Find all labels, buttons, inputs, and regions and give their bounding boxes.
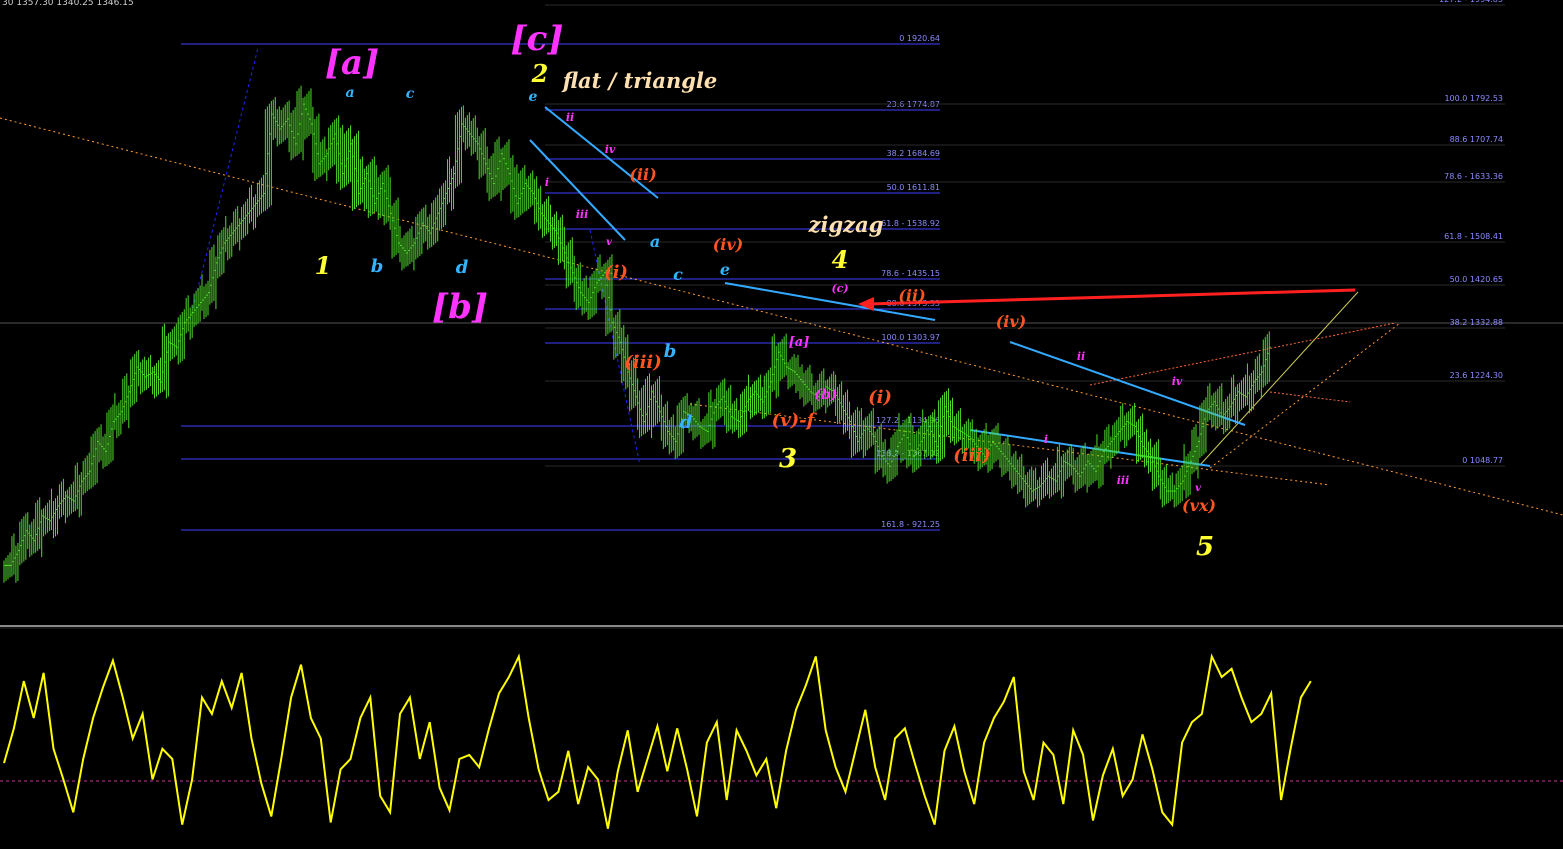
wave-label: c [406,86,415,102]
wave-label: d [680,412,693,433]
wave-label: b [371,256,384,277]
wave-label: (ii) [629,165,656,184]
fib-right-label: 61.8 - 1508.41 [1444,232,1503,241]
wave-label: (iii) [624,352,662,373]
fib-left-label: 38.2 1684.69 [887,149,940,158]
wave-label: i [545,176,549,189]
wave-label: ii [566,111,574,124]
wave-label: e [529,89,538,105]
wave-label: (iv) [996,312,1027,331]
wave-label: 1 [315,251,332,280]
fib-right-label: 88.6 1707.74 [1450,135,1503,144]
wave-label: a [650,232,660,251]
elliott-wave-chart[interactable]: 30 1357.30 1340.25 1346.15 0 1920.64 23.6… [0,0,1563,849]
wave-label: v [606,237,612,248]
wave-label: 5 [1196,532,1214,562]
fib-left-label: 61.8 - 1538.92 [881,219,940,228]
wave-label: iv [1172,375,1183,388]
wave-label: (iii) [953,445,991,466]
wave-label: a [345,85,354,101]
fib-left-label: 78.6 - 1435.15 [881,269,940,278]
wave-label: b [664,341,677,362]
wave-label: (vx) [1182,496,1216,515]
wave-label: iv [605,143,616,156]
wave-label: [c] [511,19,564,59]
fib-left-label: 0 1920.64 [899,34,940,43]
fib-right-label: 0 1048.77 [1462,456,1503,465]
ohlc-readout: 30 1357.30 1340.25 1346.15 [2,0,134,8]
fib-right-label: 127.2 - 1994.83 [1439,0,1503,4]
fib-left-label: 161.8 - 921.25 [881,520,940,529]
wave-label: (i) [868,387,892,408]
wave-label: ii [1077,350,1085,363]
wave-label: c [673,265,683,284]
wave-label: 4 [832,245,849,274]
fib-right-label: 78.6 - 1633.36 [1444,172,1503,181]
fib-right-label: 50.0 1420.65 [1450,275,1503,284]
wave-label: (c) [831,282,848,295]
wave-label: [b] [432,287,488,327]
fib-right-label: 23.6 1224.30 [1450,371,1503,380]
wave-label: e [720,260,730,279]
wave-label: v [1195,483,1201,494]
wave-label: [a] [789,335,810,350]
fib-left-label: 50.0 1611.81 [887,183,940,192]
fib-right-label: 100.0 1792.53 [1444,94,1503,103]
wave-label: iii [1117,474,1130,487]
wave-label: (i) [604,262,628,283]
wave-label: (iv) [713,235,744,254]
wave-label: (b) [814,387,837,403]
wave-label: flat / triangle [561,68,718,93]
price-chart: 30 1357.30 1340.25 1346.15 0 1920.64 23.6… [0,0,1563,849]
wave-label: [a] [325,43,379,83]
wave-label: 3 [779,444,797,474]
fib-left-label: 100.0 1303.97 [881,333,940,342]
wave-label: i [1044,433,1048,446]
wave-label: (ii) [898,286,925,305]
wave-label: (v)-f [772,410,818,431]
fib-right-label: 38.2 1332.88 [1450,318,1503,327]
wave-label: zigzag [808,212,884,237]
wave-label: 2 [531,59,549,88]
wave-label: iii [576,208,589,221]
wave-label: d [456,257,469,278]
